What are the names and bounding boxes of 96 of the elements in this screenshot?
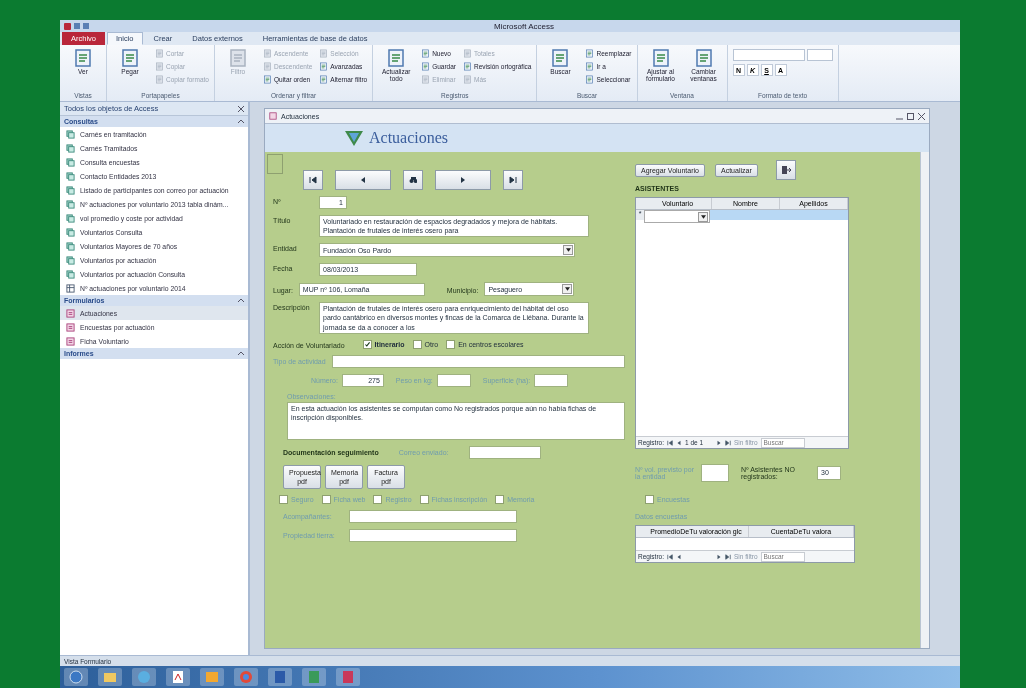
form-title: Actuaciones [369, 129, 449, 147]
number-field[interactable] [436, 373, 471, 387]
page-icon [386, 48, 407, 68]
page-icon [421, 61, 431, 71]
last-record-icon[interactable] [725, 439, 731, 446]
page-icon [421, 74, 431, 84]
previous-record-icon[interactable] [676, 553, 682, 560]
exit-button[interactable] [775, 160, 796, 180]
page-icon [319, 74, 329, 84]
form-icon [66, 336, 75, 346]
page-icon [585, 48, 595, 58]
page-icon [463, 61, 473, 71]
globe-icon [137, 670, 151, 684]
page-icon [155, 61, 164, 71]
page-icon [228, 48, 248, 68]
circle-icon [239, 670, 253, 684]
folder-icon [103, 671, 117, 683]
taskbar-button[interactable] [336, 668, 360, 686]
close-icon[interactable] [918, 112, 925, 120]
checkbox[interactable] [373, 494, 383, 504]
scrollbar[interactable] [920, 152, 929, 648]
page-icon [585, 61, 595, 71]
taskbar-button[interactable] [200, 668, 224, 686]
arrow-icon [459, 176, 467, 184]
first-record-icon[interactable] [667, 553, 673, 560]
table-icon [66, 283, 75, 293]
number-field[interactable] [534, 373, 569, 387]
door-icon [780, 165, 791, 175]
page-icon [263, 61, 272, 71]
window-title: Microsoft Access [493, 21, 555, 31]
find-button[interactable] [403, 170, 423, 190]
collapse-icon [238, 351, 244, 356]
text-field[interactable] [349, 509, 517, 523]
email-field[interactable] [468, 445, 541, 459]
page-icon [73, 48, 93, 68]
page-icon [155, 48, 164, 58]
arrow-icon [359, 176, 367, 184]
taskbar-button[interactable] [98, 668, 122, 686]
document-icon [308, 670, 320, 684]
form-icon [269, 112, 277, 120]
taskbar-button[interactable] [166, 668, 190, 686]
page-icon [421, 48, 431, 58]
checkbox[interactable] [495, 494, 505, 504]
checkbox[interactable] [419, 494, 429, 504]
orb-icon [69, 670, 83, 684]
page-icon [120, 48, 140, 68]
last-record-button[interactable] [503, 170, 523, 190]
close-icon[interactable] [238, 105, 244, 112]
document-icon [342, 670, 354, 684]
logo-icon [345, 130, 363, 146]
dropdown-arrow-icon[interactable] [698, 211, 708, 222]
page-icon [263, 74, 272, 84]
page-icon [550, 48, 571, 68]
page-icon [155, 74, 164, 84]
page-icon [319, 48, 329, 58]
page-icon [463, 48, 473, 58]
document-icon [274, 670, 286, 684]
activity-field[interactable] [331, 354, 625, 368]
form-icon [66, 322, 75, 332]
checkbox[interactable] [279, 494, 288, 504]
checkbox[interactable] [645, 495, 654, 504]
last-record-icon[interactable] [725, 553, 731, 560]
dropdown-arrow-icon[interactable] [562, 284, 573, 295]
page-icon [650, 48, 671, 68]
page-icon [585, 74, 595, 84]
size-dropdown[interactable] [806, 49, 833, 61]
checkbox[interactable] [446, 339, 456, 349]
page-icon [263, 48, 272, 58]
first-record-button[interactable] [303, 170, 323, 190]
number-field[interactable] [701, 464, 729, 482]
next-record-button[interactable] [435, 170, 491, 190]
font-dropdown[interactable] [732, 49, 805, 61]
envelope-icon [205, 671, 219, 683]
image-frame [267, 154, 283, 174]
arrow-icon [309, 176, 317, 184]
collapse-icon [238, 119, 244, 124]
form-icon [66, 308, 75, 318]
previous-record-icon[interactable] [676, 439, 682, 446]
document-icon [172, 670, 184, 684]
checkbox[interactable] [362, 339, 372, 349]
previous-record-button[interactable] [335, 170, 391, 190]
next-record-icon[interactable] [716, 439, 722, 446]
maximize-icon[interactable] [907, 112, 914, 120]
first-record-icon[interactable] [667, 439, 673, 446]
checkbox[interactable] [321, 494, 331, 504]
binoculars-icon [409, 176, 417, 184]
page-icon [693, 48, 714, 68]
page-icon [319, 61, 329, 71]
taskbar-button[interactable] [268, 668, 292, 686]
page-icon [463, 74, 473, 84]
arrow-icon [509, 176, 517, 184]
start-button[interactable] [64, 668, 88, 686]
next-record-icon[interactable] [716, 553, 722, 560]
text-field[interactable] [349, 528, 517, 542]
collapse-icon [238, 298, 244, 303]
checkbox[interactable] [412, 339, 422, 349]
